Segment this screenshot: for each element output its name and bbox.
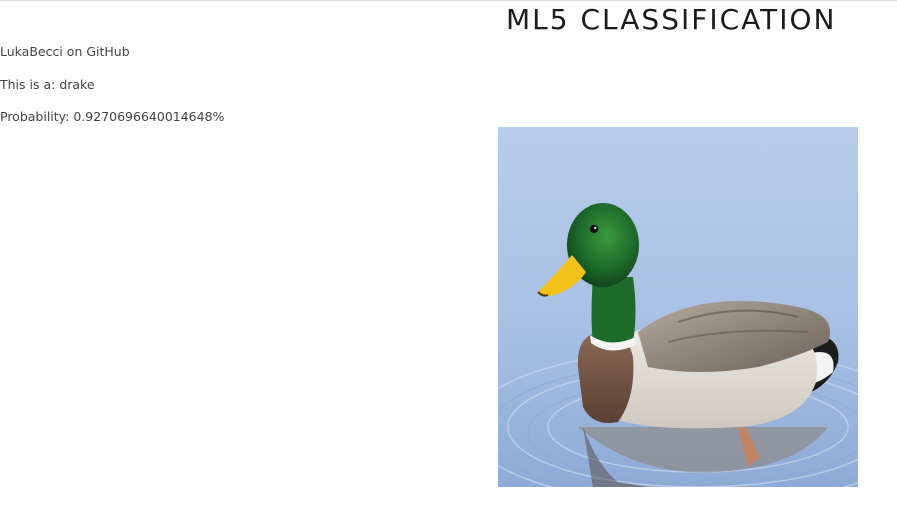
probability-value: 0.9270696640014648% [73, 109, 225, 124]
page: ML5 CLASSIFICATION LukaBecci on GitHub T… [0, 0, 897, 525]
result-value: drake [59, 77, 95, 92]
result-label: This is a: [0, 77, 60, 92]
page-title: ML5 CLASSIFICATION [506, 3, 837, 36]
probability-result: Probability: 0.9270696640014648% [0, 109, 224, 124]
classification-result: This is a: drake [0, 77, 95, 92]
classified-image [498, 127, 858, 487]
probability-label: Probability: [0, 109, 74, 124]
github-link[interactable]: LukaBecci on GitHub [0, 44, 130, 59]
author-line: LukaBecci on GitHub [0, 44, 130, 59]
